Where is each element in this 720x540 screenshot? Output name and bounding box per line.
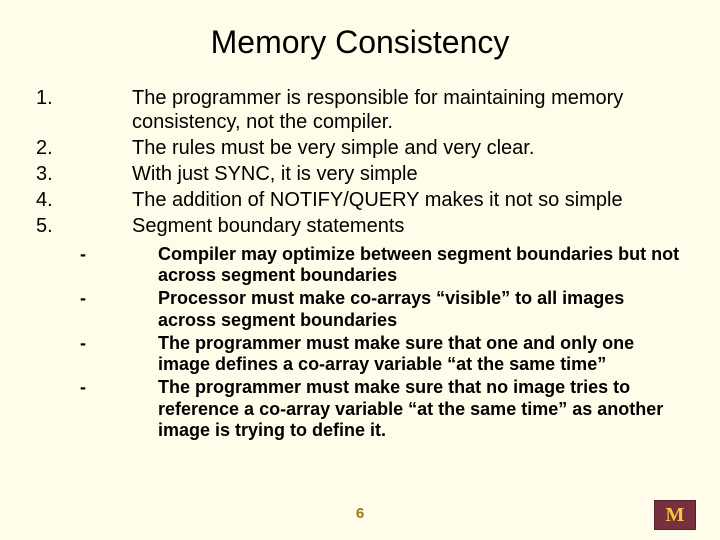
sub-text: The programmer must make sure that no im…	[158, 377, 680, 441]
list-text: Segment boundary statements	[132, 214, 684, 238]
sub-bullet: -	[80, 244, 158, 286]
sub-bullet: -	[80, 333, 158, 375]
list-number: 5.	[36, 214, 132, 238]
sub-bullet: -	[80, 288, 158, 330]
sub-text: Processor must make co-arrays “visible” …	[158, 288, 680, 330]
logo: M	[654, 500, 696, 530]
sub-text: The programmer must make sure that one a…	[158, 333, 680, 375]
sub-item: - The programmer must make sure that no …	[80, 377, 680, 441]
list-item: 3. With just SYNC, it is very simple	[36, 162, 684, 186]
page-number: 6	[0, 505, 720, 522]
slide-title: Memory Consistency	[0, 24, 720, 61]
sub-item: - Compiler may optimize between segment …	[80, 244, 680, 286]
list-item: 5. Segment boundary statements	[36, 214, 684, 238]
sub-text: Compiler may optimize between segment bo…	[158, 244, 680, 286]
numbered-list: 1. The programmer is responsible for mai…	[36, 86, 684, 240]
list-item: 4. The addition of NOTIFY/QUERY makes it…	[36, 188, 684, 212]
sub-list: - Compiler may optimize between segment …	[80, 244, 680, 443]
list-text: The programmer is responsible for mainta…	[132, 86, 684, 134]
list-number: 1.	[36, 86, 132, 134]
list-text: The rules must be very simple and very c…	[132, 136, 684, 160]
sub-bullet: -	[80, 377, 158, 441]
list-item: 1. The programmer is responsible for mai…	[36, 86, 684, 134]
list-number: 2.	[36, 136, 132, 160]
list-text: With just SYNC, it is very simple	[132, 162, 684, 186]
list-number: 3.	[36, 162, 132, 186]
logo-letter: M	[666, 505, 685, 525]
sub-item: - The programmer must make sure that one…	[80, 333, 680, 375]
slide: Memory Consistency 1. The programmer is …	[0, 0, 720, 540]
list-item: 2. The rules must be very simple and ver…	[36, 136, 684, 160]
list-number: 4.	[36, 188, 132, 212]
list-text: The addition of NOTIFY/QUERY makes it no…	[132, 188, 684, 212]
sub-item: - Processor must make co-arrays “visible…	[80, 288, 680, 330]
